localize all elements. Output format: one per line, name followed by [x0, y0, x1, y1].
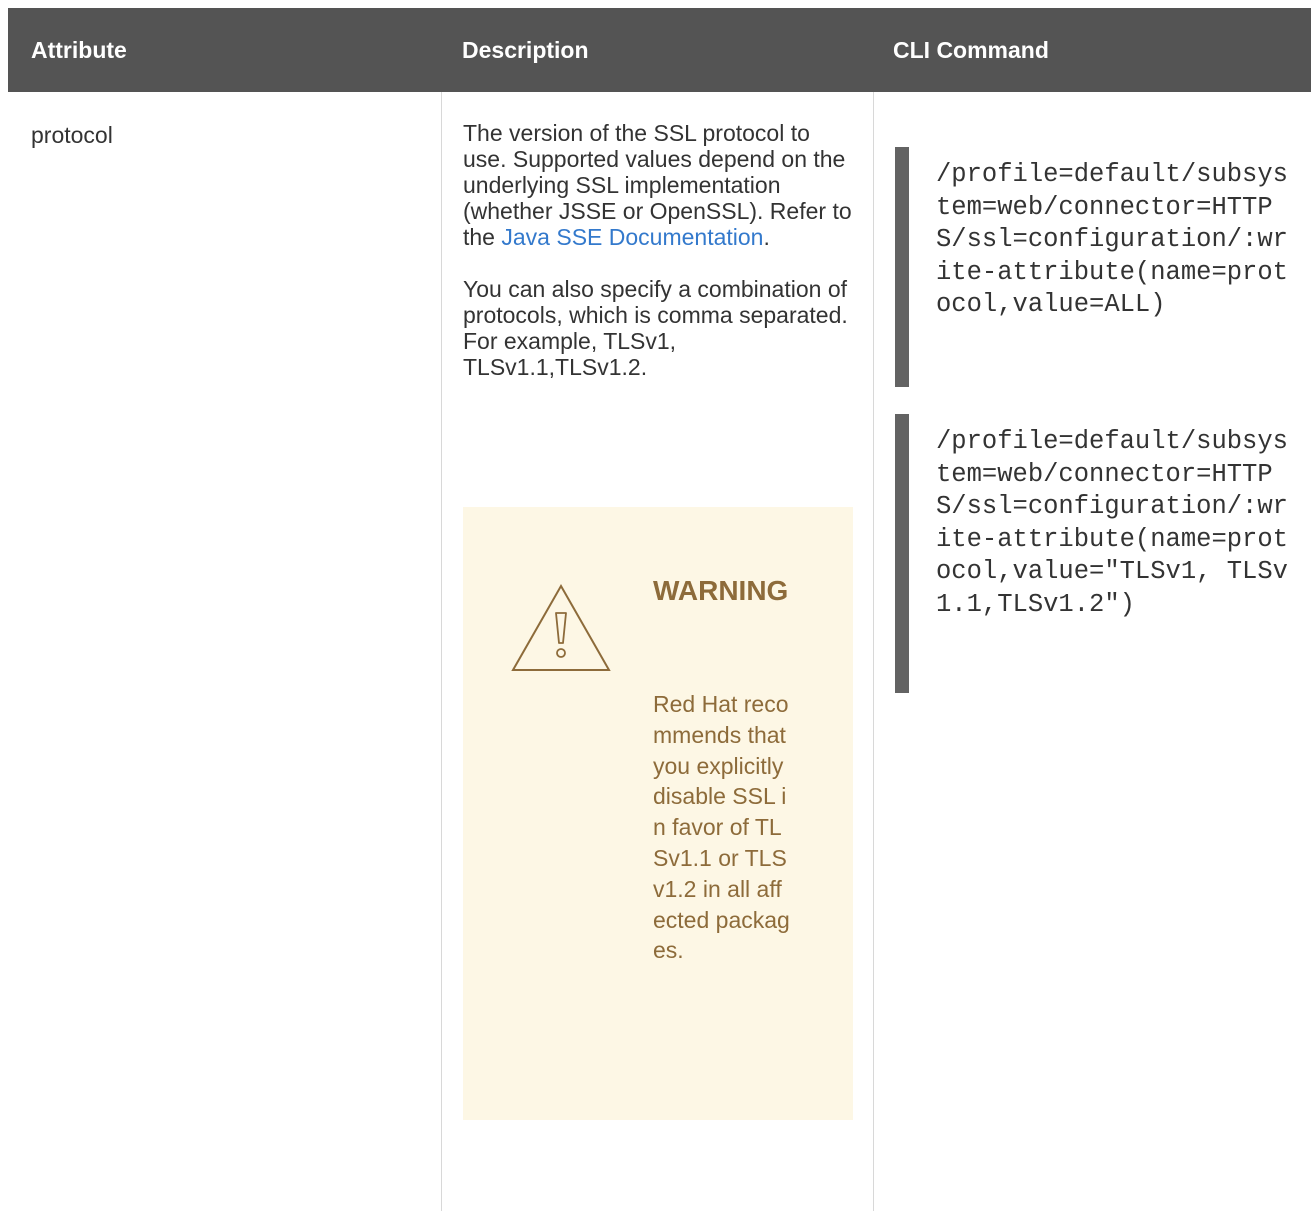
attribute-table: Attribute Description CLI Command protoc…: [0, 0, 1311, 1211]
description-paragraph: The version of the SSL protocol to use. …: [463, 120, 855, 250]
java-sse-documentation-link[interactable]: Java SSE Documentation: [501, 224, 763, 250]
header-cli-command: CLI Command: [893, 37, 1049, 63]
warning-title: WARNING: [653, 575, 789, 606]
warning-triangle-icon: [511, 583, 611, 671]
header-attribute: Attribute: [31, 37, 127, 63]
attribute-name: protocol: [31, 122, 113, 148]
table-header-row: Attribute Description CLI Command: [8, 8, 1311, 92]
column-divider: [873, 92, 874, 1211]
column-divider: [441, 92, 442, 1211]
cli-command-block: /profile=default/subsystem=web/connector…: [895, 414, 1290, 693]
description-period: .: [763, 224, 770, 250]
description-paragraph-2: You can also specify a combination of pr…: [463, 276, 848, 380]
warning-body: Red Hat recommends that you explicitly d…: [653, 691, 790, 964]
description-cell: The version of the SSL protocol to use. …: [463, 120, 855, 406]
header-description: Description: [462, 37, 589, 63]
warning-admonition: WARNING Red Hat recommends that you expl…: [463, 507, 853, 1120]
cli-command-block: /profile=default/subsystem=web/connector…: [895, 147, 1290, 387]
